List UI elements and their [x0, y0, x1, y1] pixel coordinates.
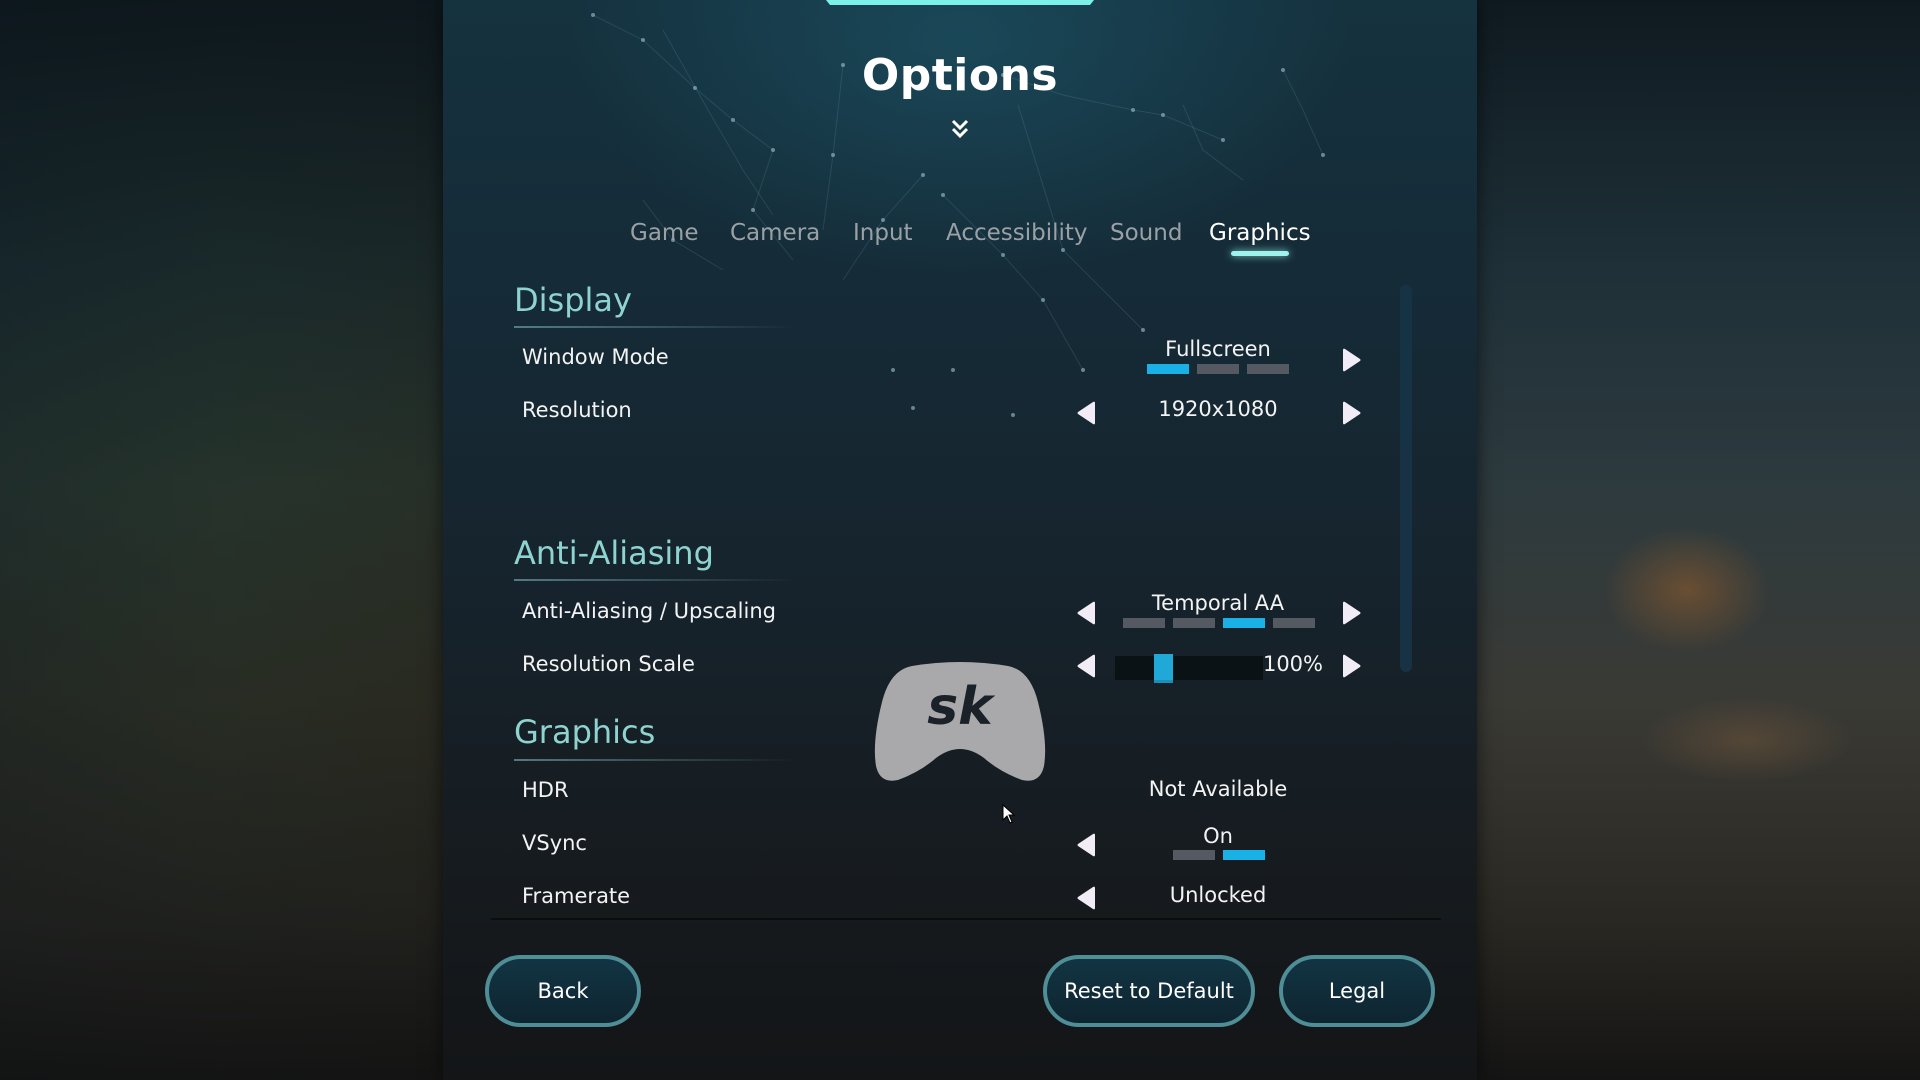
- option-pip: [1247, 364, 1289, 374]
- resolution-scale-label: Resolution Scale: [522, 652, 695, 676]
- legal-button[interactable]: Legal: [1279, 955, 1435, 1027]
- aa-upscaling-prev-arrow[interactable]: [1076, 600, 1098, 626]
- tab-label: Accessibility: [946, 220, 1088, 246]
- tab-label: Game: [630, 220, 699, 246]
- option-pip: [1173, 618, 1215, 628]
- reset-button-label: Reset to Default: [1064, 979, 1234, 1003]
- sk-controller-logo-icon: sk: [874, 662, 1046, 781]
- arrow-left-icon: [1077, 601, 1095, 625]
- double-chevron-down-icon: [951, 119, 969, 139]
- arrow-left-icon: [1077, 654, 1095, 678]
- hdr-label: HDR: [522, 778, 569, 802]
- vsync-value: On: [1203, 824, 1233, 848]
- arrow-right-icon: [1343, 601, 1361, 625]
- section-divider: [514, 759, 794, 761]
- window-mode-label: Window Mode: [522, 345, 669, 369]
- resolution-label: Resolution: [522, 398, 632, 422]
- background-left-scene: [0, 0, 443, 1080]
- window-mode-pips: [1147, 364, 1289, 374]
- logo-text: sk: [927, 677, 996, 737]
- arrow-right-icon: [1343, 654, 1361, 678]
- option-pip-selected: [1223, 850, 1265, 860]
- arrow-right-icon: [1343, 348, 1361, 372]
- resolution-scale-value: 100%: [1262, 652, 1323, 676]
- tab-input[interactable]: Input: [853, 220, 913, 246]
- resolution-scale-decrease-arrow[interactable]: [1076, 653, 1098, 679]
- section-divider: [514, 579, 794, 581]
- reset-to-default-button[interactable]: Reset to Default: [1043, 955, 1255, 1027]
- back-button-label: Back: [537, 979, 589, 1003]
- content-bottom-divider: [491, 918, 1441, 920]
- hdr-value: Not Available: [1148, 777, 1288, 801]
- aa-upscaling-label: Anti-Aliasing / Upscaling: [522, 599, 776, 623]
- tab-sound[interactable]: Sound: [1110, 220, 1182, 246]
- vsync-pips: [1173, 850, 1265, 860]
- settings-scrollbar[interactable]: [1400, 285, 1412, 672]
- tab-label: Graphics: [1209, 220, 1311, 246]
- resolution-next-arrow[interactable]: [1340, 400, 1362, 426]
- framerate-value: Unlocked: [1169, 883, 1267, 907]
- arrow-left-icon: [1077, 833, 1095, 857]
- option-pip: [1197, 364, 1239, 374]
- framerate-prev-arrow[interactable]: [1076, 885, 1098, 911]
- section-heading-display: Display: [514, 281, 632, 319]
- resolution-prev-arrow[interactable]: [1076, 400, 1098, 426]
- tab-bar: Game Camera Input Accessibility Sound Gr…: [443, 220, 1477, 260]
- legal-button-label: Legal: [1328, 979, 1386, 1003]
- tab-label: Camera: [730, 220, 821, 246]
- section-heading-graphics: Graphics: [514, 713, 656, 751]
- section-heading-anti-aliasing: Anti-Aliasing: [514, 534, 714, 572]
- framerate-label: Framerate: [522, 884, 631, 908]
- tab-label: Sound: [1110, 220, 1183, 246]
- arrow-right-icon: [1343, 401, 1361, 425]
- top-accent-bar: [826, 0, 1094, 5]
- page-title: Options: [861, 50, 1059, 101]
- arrow-left-icon: [1077, 401, 1095, 425]
- option-pip: [1173, 850, 1215, 860]
- arrow-left-icon: [1077, 886, 1095, 910]
- window-mode-next-arrow[interactable]: [1340, 347, 1362, 373]
- slider-thumb[interactable]: [1154, 654, 1173, 683]
- option-pip: [1273, 618, 1315, 628]
- tab-graphics[interactable]: Graphics: [1209, 220, 1311, 256]
- aa-upscaling-value: Temporal AA: [1151, 591, 1285, 615]
- active-tab-indicator: [1230, 251, 1289, 256]
- option-pip-selected: [1147, 364, 1189, 374]
- window-mode-value: Fullscreen: [1165, 337, 1271, 361]
- tab-accessibility[interactable]: Accessibility: [946, 220, 1088, 246]
- background-right-scene: [1477, 0, 1920, 1080]
- options-panel: Options Game Camera Input Accessibility …: [443, 0, 1477, 1080]
- mouse-cursor-icon: [1002, 804, 1016, 824]
- option-pip-selected: [1223, 618, 1265, 628]
- option-pip: [1123, 618, 1165, 628]
- vsync-label: VSync: [522, 831, 587, 855]
- aa-upscaling-next-arrow[interactable]: [1340, 600, 1362, 626]
- tab-label: Input: [853, 220, 913, 246]
- back-button[interactable]: Back: [485, 955, 641, 1027]
- resolution-value: 1920x1080: [1158, 397, 1278, 421]
- tab-game[interactable]: Game: [630, 220, 698, 246]
- tab-camera[interactable]: Camera: [730, 220, 820, 246]
- resolution-scale-increase-arrow[interactable]: [1340, 653, 1362, 679]
- vsync-prev-arrow[interactable]: [1076, 832, 1098, 858]
- aa-upscaling-pips: [1123, 618, 1315, 628]
- section-divider: [514, 326, 794, 328]
